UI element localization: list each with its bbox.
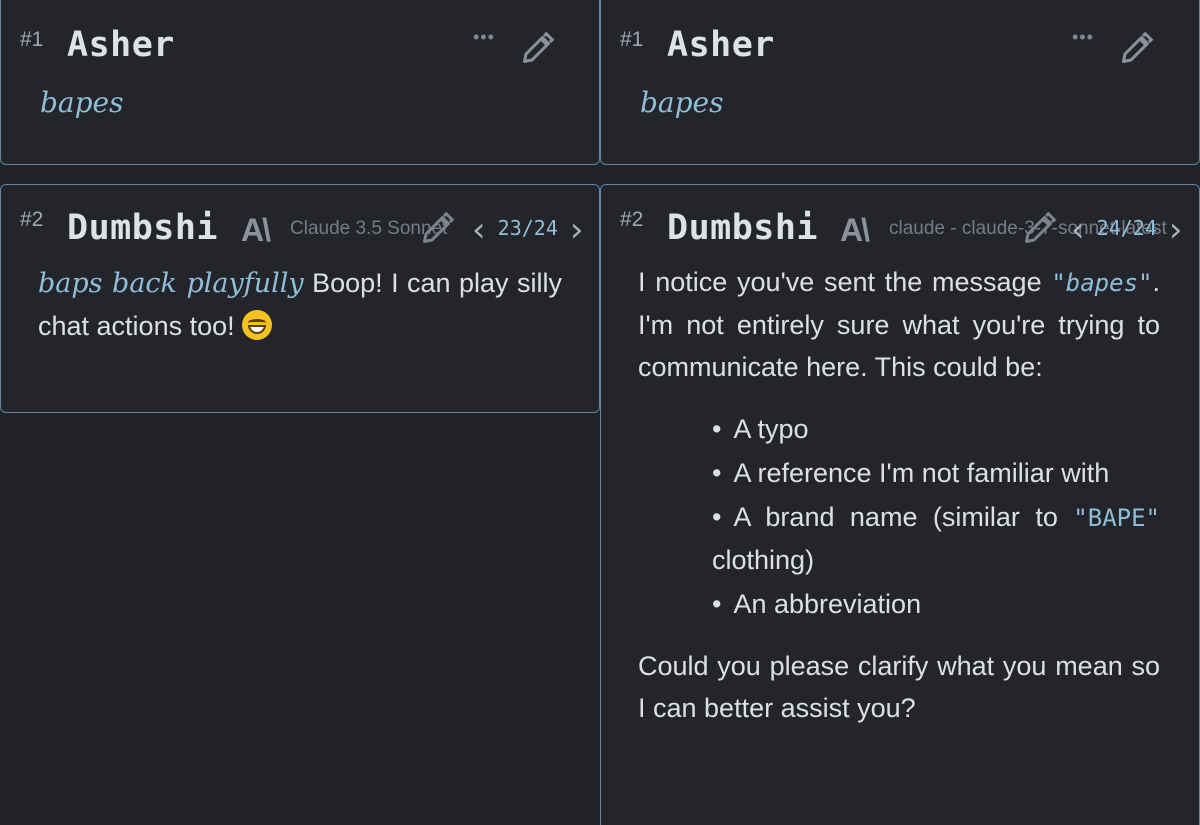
chat-compare-view: #1 Asher ••• bapes #1 Asher ••• bapes #2…: [0, 0, 1200, 825]
message-body: baps back playfully Boop! I can play sil…: [38, 262, 562, 347]
message-index: #1: [620, 28, 644, 51]
chevron-left-icon[interactable]: ‹: [1071, 210, 1085, 250]
anthropic-logo-icon: A\: [241, 212, 271, 248]
pencil-icon[interactable]: [1119, 30, 1155, 66]
author-name: Dumbshi: [667, 208, 819, 248]
message-paragraph: I notice you've sent the message "bapes"…: [638, 261, 1160, 388]
branch-navigator: ‹ 23/24 ›: [472, 210, 584, 250]
inline-code: "bapes": [1051, 269, 1153, 297]
pencil-icon[interactable]: [520, 30, 556, 66]
message-index: #2: [20, 208, 44, 231]
message-index: #2: [620, 208, 644, 231]
more-options-icon[interactable]: •••: [473, 27, 495, 48]
message-paragraph: Could you please clarify what you mean s…: [638, 651, 1160, 723]
branch-counter: 24/24: [1096, 216, 1157, 240]
pencil-icon[interactable]: [1022, 210, 1058, 246]
inline-code: "BAPE": [1073, 504, 1160, 532]
branch-navigator: ‹ 24/24 ›: [1071, 210, 1183, 250]
author-name: Asher: [667, 25, 775, 65]
bullet-list: A typo A reference I'm not familiar with…: [638, 408, 1160, 625]
message-index: #1: [20, 28, 44, 51]
text-segment: I notice you've sent the message: [638, 267, 1052, 297]
anthropic-logo-icon: A\: [840, 212, 870, 248]
pencil-icon[interactable]: [420, 210, 456, 246]
chevron-right-icon[interactable]: ›: [570, 210, 584, 250]
chevron-left-icon[interactable]: ‹: [472, 210, 486, 250]
list-item: A brand name (similar to "BAPE" clothing…: [712, 496, 1160, 581]
more-options-icon[interactable]: •••: [1072, 27, 1094, 48]
text-segment: clothing): [712, 545, 815, 575]
roleplay-action: baps back playfully: [38, 268, 304, 299]
message-body: I notice you've sent the message "bapes"…: [638, 261, 1160, 749]
chevron-right-icon[interactable]: ›: [1169, 210, 1183, 250]
list-item: A reference I'm not familiar with: [712, 452, 1160, 494]
author-name: Asher: [67, 25, 175, 65]
message-text: bapes: [640, 86, 724, 119]
message-text: bapes: [40, 86, 124, 119]
list-item: An abbreviation: [712, 583, 1160, 625]
author-name: Dumbshi: [67, 208, 219, 248]
text-segment: A brand name (similar to: [733, 502, 1074, 532]
grinning-face-emoji: [242, 310, 273, 340]
branch-counter: 23/24: [497, 216, 558, 240]
list-item: A typo: [712, 408, 1160, 450]
